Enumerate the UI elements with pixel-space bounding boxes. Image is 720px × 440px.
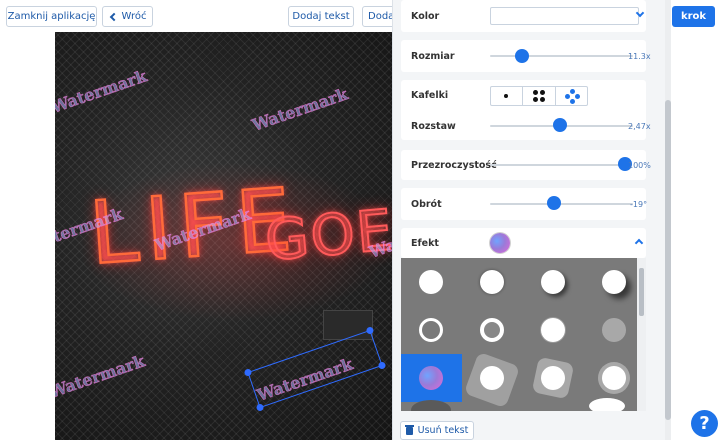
opacity-slider-track[interactable] xyxy=(490,164,623,166)
effect-circle xyxy=(541,318,565,342)
effect-grid-scroll-thumb[interactable] xyxy=(639,268,644,316)
remove-text-label: Usuń tekst xyxy=(417,425,469,436)
effect-shape xyxy=(589,398,625,411)
add-text-button[interactable]: Dodaj tekst xyxy=(288,6,354,27)
effect-circle xyxy=(602,318,626,342)
effect-option[interactable] xyxy=(462,306,523,354)
effect-circle xyxy=(541,270,565,294)
effect-option[interactable] xyxy=(401,306,462,354)
effect-option[interactable] xyxy=(462,258,523,306)
single-dot-icon xyxy=(504,94,508,98)
rotation-setting: Obrót -19° xyxy=(401,188,648,220)
spacing-value: 2,47x xyxy=(628,122,651,131)
effect-option[interactable] xyxy=(584,354,645,402)
effect-circle xyxy=(419,366,443,390)
rotation-label: Obrót xyxy=(411,199,442,210)
size-label: Rozmiar xyxy=(411,51,455,62)
color-setting: Kolor xyxy=(401,0,646,32)
dot xyxy=(533,97,539,102)
effect-option[interactable] xyxy=(401,400,462,411)
settings-panel: Kolor Rozmiar 11.3x Kafelki Rozstaw 2,47… xyxy=(392,0,671,440)
tiles-setting: Kafelki Rozstaw 2,47x xyxy=(401,80,651,140)
color-label: Kolor xyxy=(411,11,440,22)
size-slider-thumb[interactable] xyxy=(515,49,529,63)
help-button[interactable]: ? xyxy=(691,410,718,437)
back-button[interactable]: Wróć xyxy=(102,6,153,27)
effect-preview-icon xyxy=(490,233,510,253)
tiles-label: Kafelki xyxy=(411,90,449,101)
effect-label: Efekt xyxy=(411,238,439,249)
dot xyxy=(564,94,570,99)
close-app-button[interactable]: Zamknij aplikację xyxy=(6,6,97,27)
size-slider-track[interactable] xyxy=(490,55,633,57)
effect-grid xyxy=(401,258,646,411)
dot xyxy=(540,90,546,95)
chevron-up-icon[interactable] xyxy=(634,238,644,248)
opacity-setting: Przezroczystość 100% xyxy=(401,150,651,180)
rotation-slider-thumb[interactable] xyxy=(547,196,561,210)
size-value: 11.3x xyxy=(628,52,651,61)
effect-circle xyxy=(480,270,504,294)
effect-option[interactable] xyxy=(584,398,645,411)
effect-setting: Efekt xyxy=(401,228,646,258)
effect-option[interactable] xyxy=(401,258,462,306)
chevron-left-icon xyxy=(109,12,118,21)
tile-option-diamond[interactable] xyxy=(556,87,587,105)
effect-circle xyxy=(419,318,443,342)
trash-icon xyxy=(404,424,414,435)
effect-option-selected[interactable] xyxy=(401,354,462,402)
tile-option-four[interactable] xyxy=(523,87,556,105)
effect-circle xyxy=(602,366,626,390)
dot xyxy=(569,99,575,104)
spacing-slider-thumb[interactable] xyxy=(553,118,567,132)
effect-circle xyxy=(541,366,565,390)
back-button-label: Wróć xyxy=(121,11,147,22)
tile-option-single[interactable] xyxy=(491,87,524,105)
dot xyxy=(540,97,546,102)
tiles-selector xyxy=(490,86,588,106)
add-image-button[interactable]: Dodaj xyxy=(362,6,396,27)
size-setting: Rozmiar 11.3x xyxy=(401,40,651,72)
rotation-slider-track[interactable] xyxy=(490,203,633,205)
effect-option[interactable] xyxy=(584,306,645,354)
dot xyxy=(574,94,580,99)
next-step-button[interactable]: krok xyxy=(672,6,715,27)
effect-option[interactable] xyxy=(584,258,645,306)
rotation-value: -19° xyxy=(630,200,648,209)
effect-option[interactable] xyxy=(523,354,584,402)
effect-shape xyxy=(411,400,451,411)
panel-scrollbar[interactable] xyxy=(665,0,671,440)
four-dots-icon xyxy=(533,90,539,95)
panel-scroll-thumb[interactable] xyxy=(665,100,671,420)
color-field[interactable] xyxy=(490,7,639,25)
effect-circle xyxy=(480,318,504,342)
spacing-label: Rozstaw xyxy=(411,121,456,132)
remove-text-button[interactable]: Usuń tekst xyxy=(400,421,474,440)
opacity-label: Przezroczystość xyxy=(411,160,497,171)
effect-option[interactable] xyxy=(523,306,584,354)
diamond-dots-icon xyxy=(569,89,575,94)
effect-option[interactable] xyxy=(462,351,523,409)
effect-circle xyxy=(480,366,504,390)
effect-option[interactable] xyxy=(523,258,584,306)
effect-circle xyxy=(419,270,443,294)
effect-circle xyxy=(602,270,626,294)
opacity-value: 100% xyxy=(628,161,651,170)
effect-grid-scrollbar[interactable] xyxy=(637,258,646,411)
